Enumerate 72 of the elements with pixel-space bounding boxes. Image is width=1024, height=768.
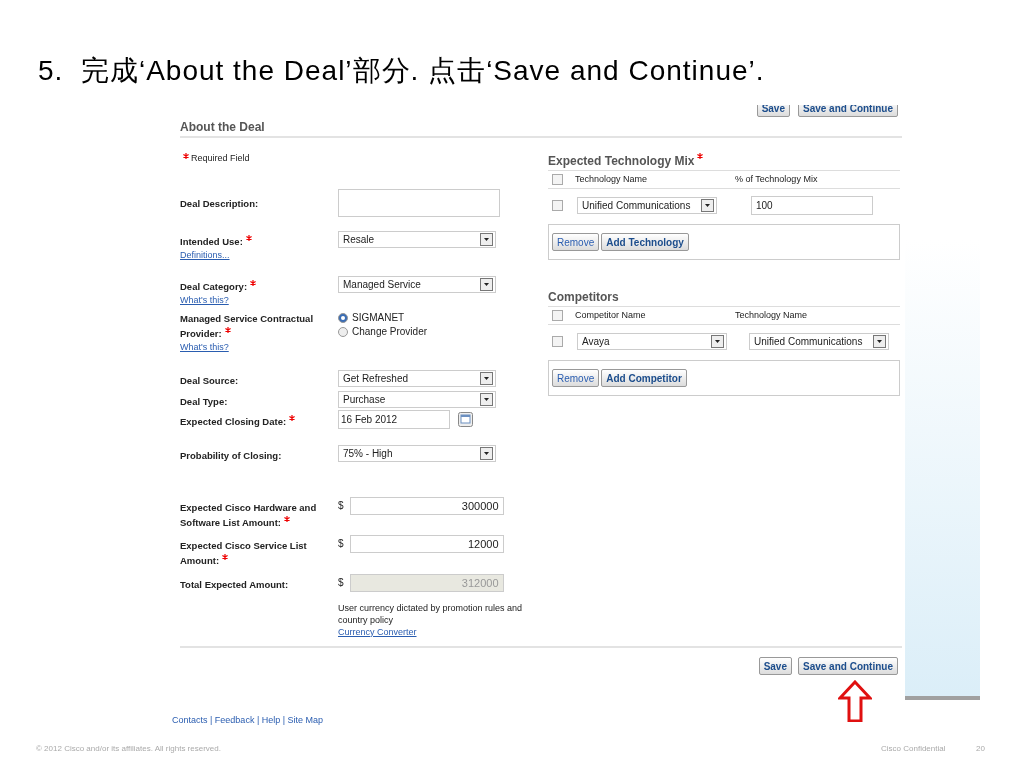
caret-icon: [701, 198, 714, 212]
button[interactable]: Remove: [552, 369, 600, 387]
confidential-label: Cisco Confidential: [881, 743, 946, 755]
amount-field[interactable]: 300000: [349, 496, 504, 515]
field-label: Total Expected Amount:: [180, 578, 289, 590]
field-label: Expected Closing Date:: [180, 415, 287, 427]
amount-field[interactable]: 12000: [349, 534, 504, 553]
description-field[interactable]: [338, 188, 500, 217]
button[interactable]: Save and Continue: [798, 657, 898, 675]
checkbox[interactable]: [552, 199, 563, 211]
caret-icon: [873, 334, 886, 348]
currency-symbol: $: [338, 537, 344, 551]
column-header: Technology Name: [735, 308, 808, 322]
field-label: Managed Service Contractual Provider:: [180, 312, 314, 339]
button[interactable]: Add Technology: [601, 233, 689, 251]
help-link[interactable]: Definitions...: [180, 248, 230, 262]
caret-icon: [480, 277, 493, 291]
dropdown[interactable]: Unified Communications: [749, 332, 889, 350]
percent-field[interactable]: 100: [751, 195, 873, 215]
field-label: Deal Description:: [180, 197, 259, 209]
calendar-icon[interactable]: [458, 411, 473, 427]
button[interactable]: Save and Continue: [798, 105, 898, 117]
caret-icon: [480, 232, 493, 246]
radio-button[interactable]: [338, 326, 348, 337]
caret-icon: [480, 392, 493, 406]
required-asterisk-icon: [183, 153, 189, 159]
currency-note: User currency dictated by promotion rules and country policy: [338, 601, 523, 626]
currency-symbol: $: [338, 576, 344, 590]
checkbox[interactable]: [552, 335, 563, 347]
field-label: Deal Category:: [180, 280, 248, 292]
field-label: Deal Source:: [180, 374, 239, 386]
column-header: % of Technology Mix: [735, 172, 818, 186]
checkbox[interactable]: [552, 174, 563, 185]
currency-converter-link[interactable]: Currency Converter: [338, 626, 417, 637]
dropdown[interactable]: Managed Service: [338, 275, 496, 293]
checkbox[interactable]: [552, 310, 563, 321]
section-heading: Competitors: [548, 289, 619, 306]
caret-icon: [480, 446, 493, 460]
button[interactable]: Add Competitor: [601, 369, 687, 387]
field-label: Probability of Closing:: [180, 449, 282, 461]
required-note: Required Field: [191, 152, 250, 165]
field-label: Intended Use:: [180, 235, 243, 247]
radio-button[interactable]: [338, 312, 348, 323]
footer-links: Contacts | Feedback | Help | Site Map: [172, 714, 324, 725]
page-number: 20: [976, 743, 985, 755]
dropdown[interactable]: Resale: [338, 230, 496, 248]
caret-icon: [711, 334, 724, 348]
field-label: Expected Cisco Hardware and Software List Amount:: [180, 501, 317, 528]
up-arrow-icon: [838, 680, 872, 722]
field-label: Expected Cisco Service List Amount:: [180, 539, 307, 566]
column-header: Competitor Name: [575, 308, 647, 322]
dropdown[interactable]: Unified Communications: [577, 196, 717, 214]
field-label: Deal Type:: [180, 395, 228, 407]
radio-label: SIGMANET: [352, 311, 405, 325]
dropdown[interactable]: 75% - High: [338, 444, 496, 462]
section-heading: Expected Technology Mix: [548, 153, 695, 170]
slide-title: 5. 完成‘About the Deal’部分. 点击‘Save and Continue’.: [38, 54, 765, 88]
radio-label: Change Provider: [352, 325, 428, 339]
dropdown[interactable]: Avaya: [577, 332, 727, 350]
dropdown[interactable]: Purchase: [338, 390, 496, 408]
date-field[interactable]: 16 Feb 2012: [338, 409, 450, 429]
help-link[interactable]: What's this?: [180, 340, 229, 354]
button[interactable]: Save: [758, 657, 792, 675]
button[interactable]: Remove: [552, 233, 600, 251]
button[interactable]: Save: [756, 105, 790, 117]
help-link[interactable]: What's this?: [180, 293, 229, 307]
dropdown[interactable]: Get Refreshed: [338, 369, 496, 387]
copyright-text: © 2012 Cisco and/or its affiliates. All rights reserved.: [36, 743, 221, 755]
currency-symbol: $: [338, 499, 344, 513]
column-header: Technology Name: [575, 172, 649, 186]
caret-icon: [480, 371, 493, 385]
section-heading: About the Deal: [180, 119, 265, 136]
